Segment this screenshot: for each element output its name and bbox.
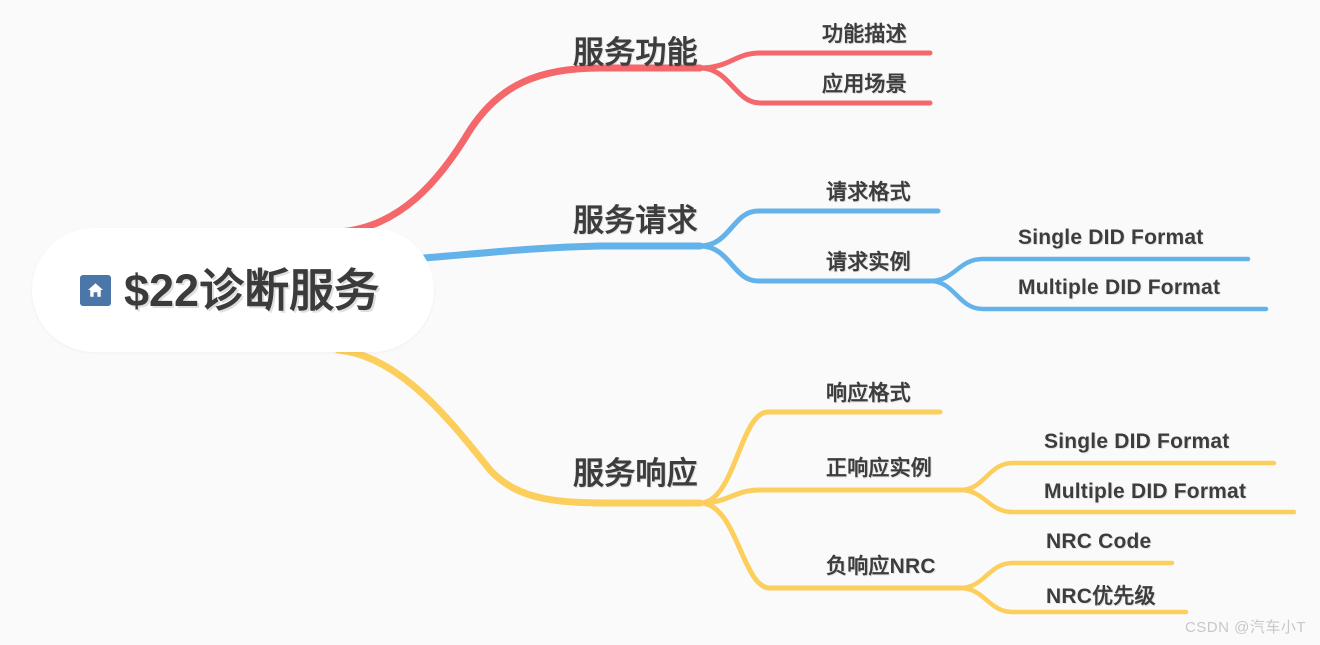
node-label-response-multiple-did-format[interactable]: Multiple DID Format	[1044, 480, 1246, 504]
root-title: $22诊断服务	[124, 264, 380, 316]
csdn-watermark: CSDN @汽车小T	[1184, 619, 1306, 636]
branch-label-service-request[interactable]: 服务请求	[573, 195, 698, 240]
node-label-function-description[interactable]: 功能描述	[822, 18, 907, 48]
node-label-request-format[interactable]: 请求格式	[826, 176, 911, 206]
branch-label-service-response[interactable]: 服务响应	[573, 448, 698, 493]
node-label-response-format[interactable]: 响应格式	[826, 377, 911, 407]
mindmap-canvas: $22诊断服务 服务功能 服务请求 服务响应 功能描述 应用场景 请求格式 请求…	[0, 0, 1320, 645]
node-label-application-scenario[interactable]: 应用场景	[822, 68, 907, 98]
home-icon	[80, 274, 111, 306]
node-label-positive-response-example[interactable]: 正响应实例	[826, 452, 932, 482]
node-label-request-single-did-format[interactable]: Single DID Format	[1018, 226, 1203, 250]
node-label-request-example[interactable]: 请求实例	[826, 246, 911, 276]
node-label-request-multiple-did-format[interactable]: Multiple DID Format	[1018, 276, 1220, 300]
node-label-nrc-code[interactable]: NRC Code	[1046, 530, 1151, 554]
node-label-response-single-did-format[interactable]: Single DID Format	[1044, 430, 1229, 454]
branch-label-service-function[interactable]: 服务功能	[573, 27, 698, 72]
node-label-nrc-priority[interactable]: NRC优先级	[1046, 580, 1156, 610]
node-label-negative-response-nrc[interactable]: 负响应NRC	[826, 550, 936, 580]
root-node[interactable]: $22诊断服务	[32, 228, 434, 352]
